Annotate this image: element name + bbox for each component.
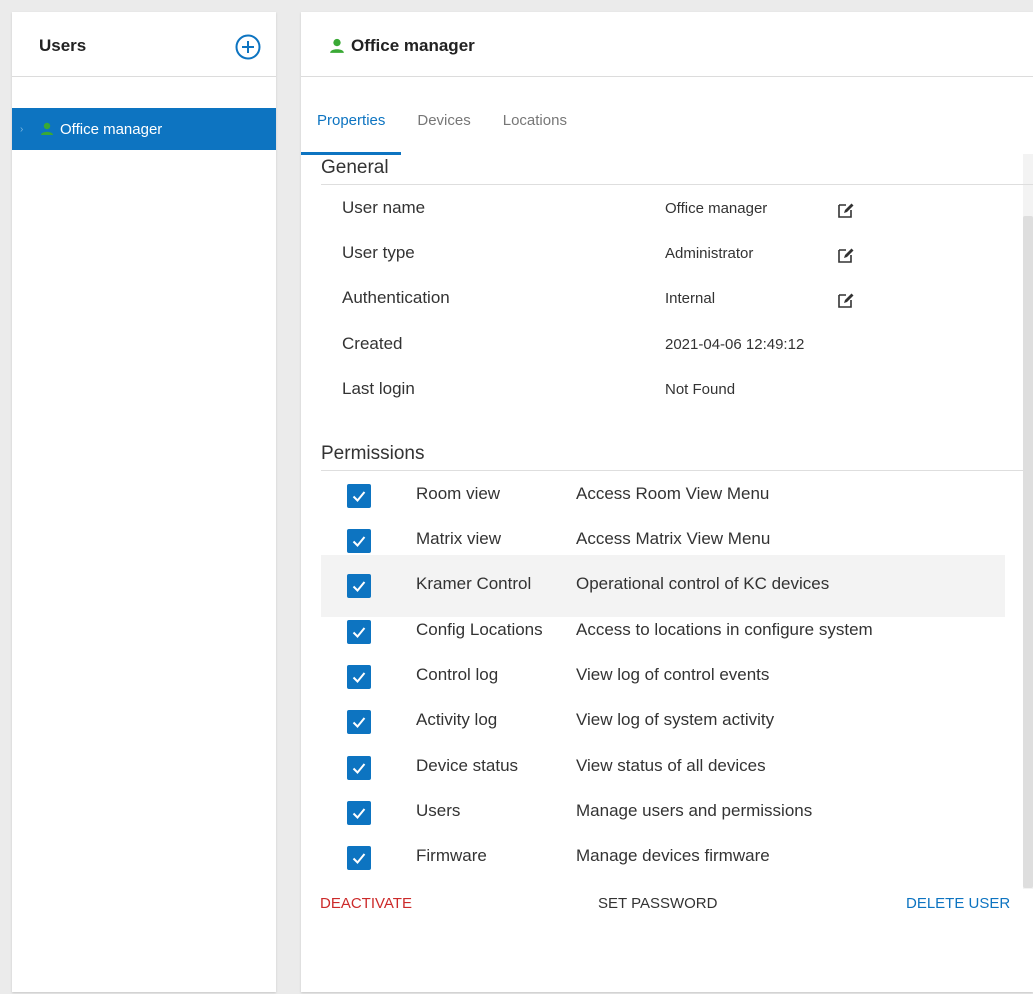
permission-row-activity-log: Activity log View log of system activity <box>321 700 1005 744</box>
property-row-user-type: User type Administrator <box>342 243 902 273</box>
chevron-right-icon: › <box>20 123 24 135</box>
property-value: Office manager <box>665 200 768 217</box>
property-row-last-login: Last login Not Found <box>342 379 902 409</box>
permission-row-device-status: Device status View status of all devices <box>321 746 1005 790</box>
permission-name: Device status <box>416 756 519 775</box>
users-panel: Users › Office manager <box>12 12 276 992</box>
check-icon <box>352 672 366 683</box>
property-value: Internal <box>665 290 716 307</box>
scrollbar-thumb[interactable] <box>1023 216 1033 888</box>
check-icon <box>352 717 366 728</box>
tab-bar: Properties Devices Locations <box>301 108 583 155</box>
permission-description: Manage devices firmware <box>576 846 770 865</box>
permission-name: Control log <box>416 665 499 684</box>
permission-name: Kramer Control <box>416 574 532 593</box>
permission-description: View log of control events <box>576 665 770 684</box>
detail-header: Office manager <box>301 12 1033 77</box>
check-icon <box>352 763 366 774</box>
permission-checkbox[interactable] <box>347 846 371 870</box>
check-icon <box>352 536 366 547</box>
user-detail-panel: Office manager Properties Devices Locati… <box>301 12 1033 992</box>
delete-user-button[interactable]: DELETE USER <box>906 895 1010 912</box>
detail-title: Office manager <box>329 36 475 56</box>
edit-icon[interactable] <box>837 246 855 264</box>
permission-checkbox[interactable] <box>347 574 371 598</box>
check-icon <box>352 808 366 819</box>
permission-name: Config Locations <box>416 620 543 639</box>
set-password-button[interactable]: SET PASSWORD <box>598 895 717 912</box>
property-value: Not Found <box>665 381 736 398</box>
person-icon <box>40 122 54 136</box>
permission-description: View log of system activity <box>576 710 775 729</box>
users-panel-header: Users <box>12 12 276 77</box>
check-icon <box>352 491 366 502</box>
user-list-item[interactable]: › Office manager <box>12 108 276 150</box>
add-user-button[interactable] <box>234 33 262 61</box>
property-label: Created <box>342 334 403 353</box>
permission-row-firmware: Firmware Manage devices firmware <box>321 836 1005 880</box>
property-row-created: Created 2021-04-06 12:49:12 <box>342 334 902 364</box>
permission-row-room-view: Room view Access Room View Menu <box>321 474 1005 518</box>
tab-locations[interactable]: Locations <box>487 108 583 152</box>
permissions-divider <box>321 470 1033 471</box>
property-label: Last login <box>342 379 415 398</box>
permission-row-config-locations: Config Locations Access to locations in … <box>321 610 1005 654</box>
permission-row-users: Users Manage users and permissions <box>321 791 1005 835</box>
permission-name: Users <box>416 801 461 820</box>
person-icon <box>330 38 344 53</box>
property-value: 2021-04-06 12:49:12 <box>665 336 805 353</box>
plus-circle-icon <box>235 34 261 60</box>
permission-name: Activity log <box>416 710 498 729</box>
general-heading: General <box>321 157 389 178</box>
permission-name: Room view <box>416 484 501 503</box>
edit-icon[interactable] <box>837 291 855 309</box>
permission-description: Operational control of KC devices <box>576 574 830 593</box>
tab-properties[interactable]: Properties <box>301 108 402 155</box>
permission-row-control-log: Control log View log of control events <box>321 655 1005 699</box>
deactivate-button[interactable]: DEACTIVATE <box>320 895 412 912</box>
detail-title-text: Office manager <box>351 36 475 55</box>
general-divider <box>321 184 1033 185</box>
permission-description: View status of all devices <box>576 756 766 775</box>
permission-checkbox[interactable] <box>347 801 371 825</box>
property-label: User name <box>342 198 426 217</box>
property-row-user-name: User name Office manager <box>342 198 902 228</box>
user-list-item-label: Office manager <box>60 120 163 138</box>
permission-checkbox[interactable] <box>347 710 371 734</box>
permission-checkbox[interactable] <box>347 529 371 553</box>
tab-devices[interactable]: Devices <box>401 108 486 152</box>
permission-checkbox[interactable] <box>347 484 371 508</box>
check-icon <box>352 853 366 864</box>
permission-description: Access Matrix View Menu <box>576 529 771 548</box>
check-icon <box>352 581 366 592</box>
permission-name: Matrix view <box>416 529 502 548</box>
property-value: Administrator <box>665 245 754 262</box>
permission-checkbox[interactable] <box>347 756 371 780</box>
edit-icon[interactable] <box>837 201 855 219</box>
permission-name: Firmware <box>416 846 487 865</box>
check-icon <box>352 627 366 638</box>
users-panel-title: Users <box>39 36 87 55</box>
permission-row-kramer-control: Kramer Control Operational control of KC… <box>321 555 1005 617</box>
permission-checkbox[interactable] <box>347 620 371 644</box>
permission-description: Access Room View Menu <box>576 484 770 503</box>
property-label: Authentication <box>342 288 450 307</box>
permission-description: Access to locations in configure system <box>576 620 873 639</box>
property-label: User type <box>342 243 415 262</box>
permission-description: Manage users and permissions <box>576 801 813 820</box>
permissions-heading: Permissions <box>321 443 425 464</box>
property-row-authentication: Authentication Internal <box>342 288 902 318</box>
permission-checkbox[interactable] <box>347 665 371 689</box>
